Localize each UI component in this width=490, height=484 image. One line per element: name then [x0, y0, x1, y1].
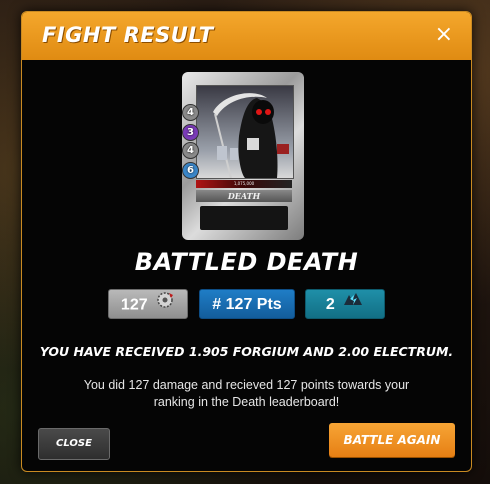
points-badge: # 127 Pts: [199, 289, 295, 319]
card-stat-3: 4: [182, 142, 199, 159]
sawblade-icon: [155, 290, 175, 321]
close-icon[interactable]: ×: [435, 22, 453, 48]
card-name: DEATH: [196, 190, 292, 202]
reward-message: YOU HAVE RECEIVED 1.905 FORGIUM AND 2.00…: [39, 344, 454, 359]
damage-badge: 127: [108, 289, 188, 319]
dialog-header: FIGHT RESULT ×: [22, 12, 471, 60]
fight-result-dialog: FIGHT RESULT × 4 3 4 6 1,075,000 DEATH B: [21, 11, 472, 472]
card-artwork: [196, 85, 294, 179]
battle-description: You did 127 damage and recieved 127 poin…: [83, 378, 410, 409]
card-text-box: [200, 206, 288, 230]
card-stat-2: 3: [182, 124, 199, 141]
damage-value: 127: [120, 296, 148, 314]
energy-badge: 2: [305, 289, 385, 319]
energy-icon: [342, 290, 364, 320]
close-button[interactable]: CLOSE: [38, 428, 110, 460]
card-health-banner: 1,075,000: [196, 180, 292, 188]
card-stat-4: 6: [182, 162, 199, 179]
card-stat-1: 4: [182, 104, 199, 121]
battle-title: BATTLED DEATH: [134, 248, 359, 276]
energy-value: 2: [325, 296, 335, 314]
monster-card: 4 3 4 6 1,075,000 DEATH: [182, 72, 304, 240]
dialog-title: FIGHT RESULT: [42, 23, 214, 47]
battle-again-button[interactable]: BATTLE AGAIN: [329, 423, 455, 457]
